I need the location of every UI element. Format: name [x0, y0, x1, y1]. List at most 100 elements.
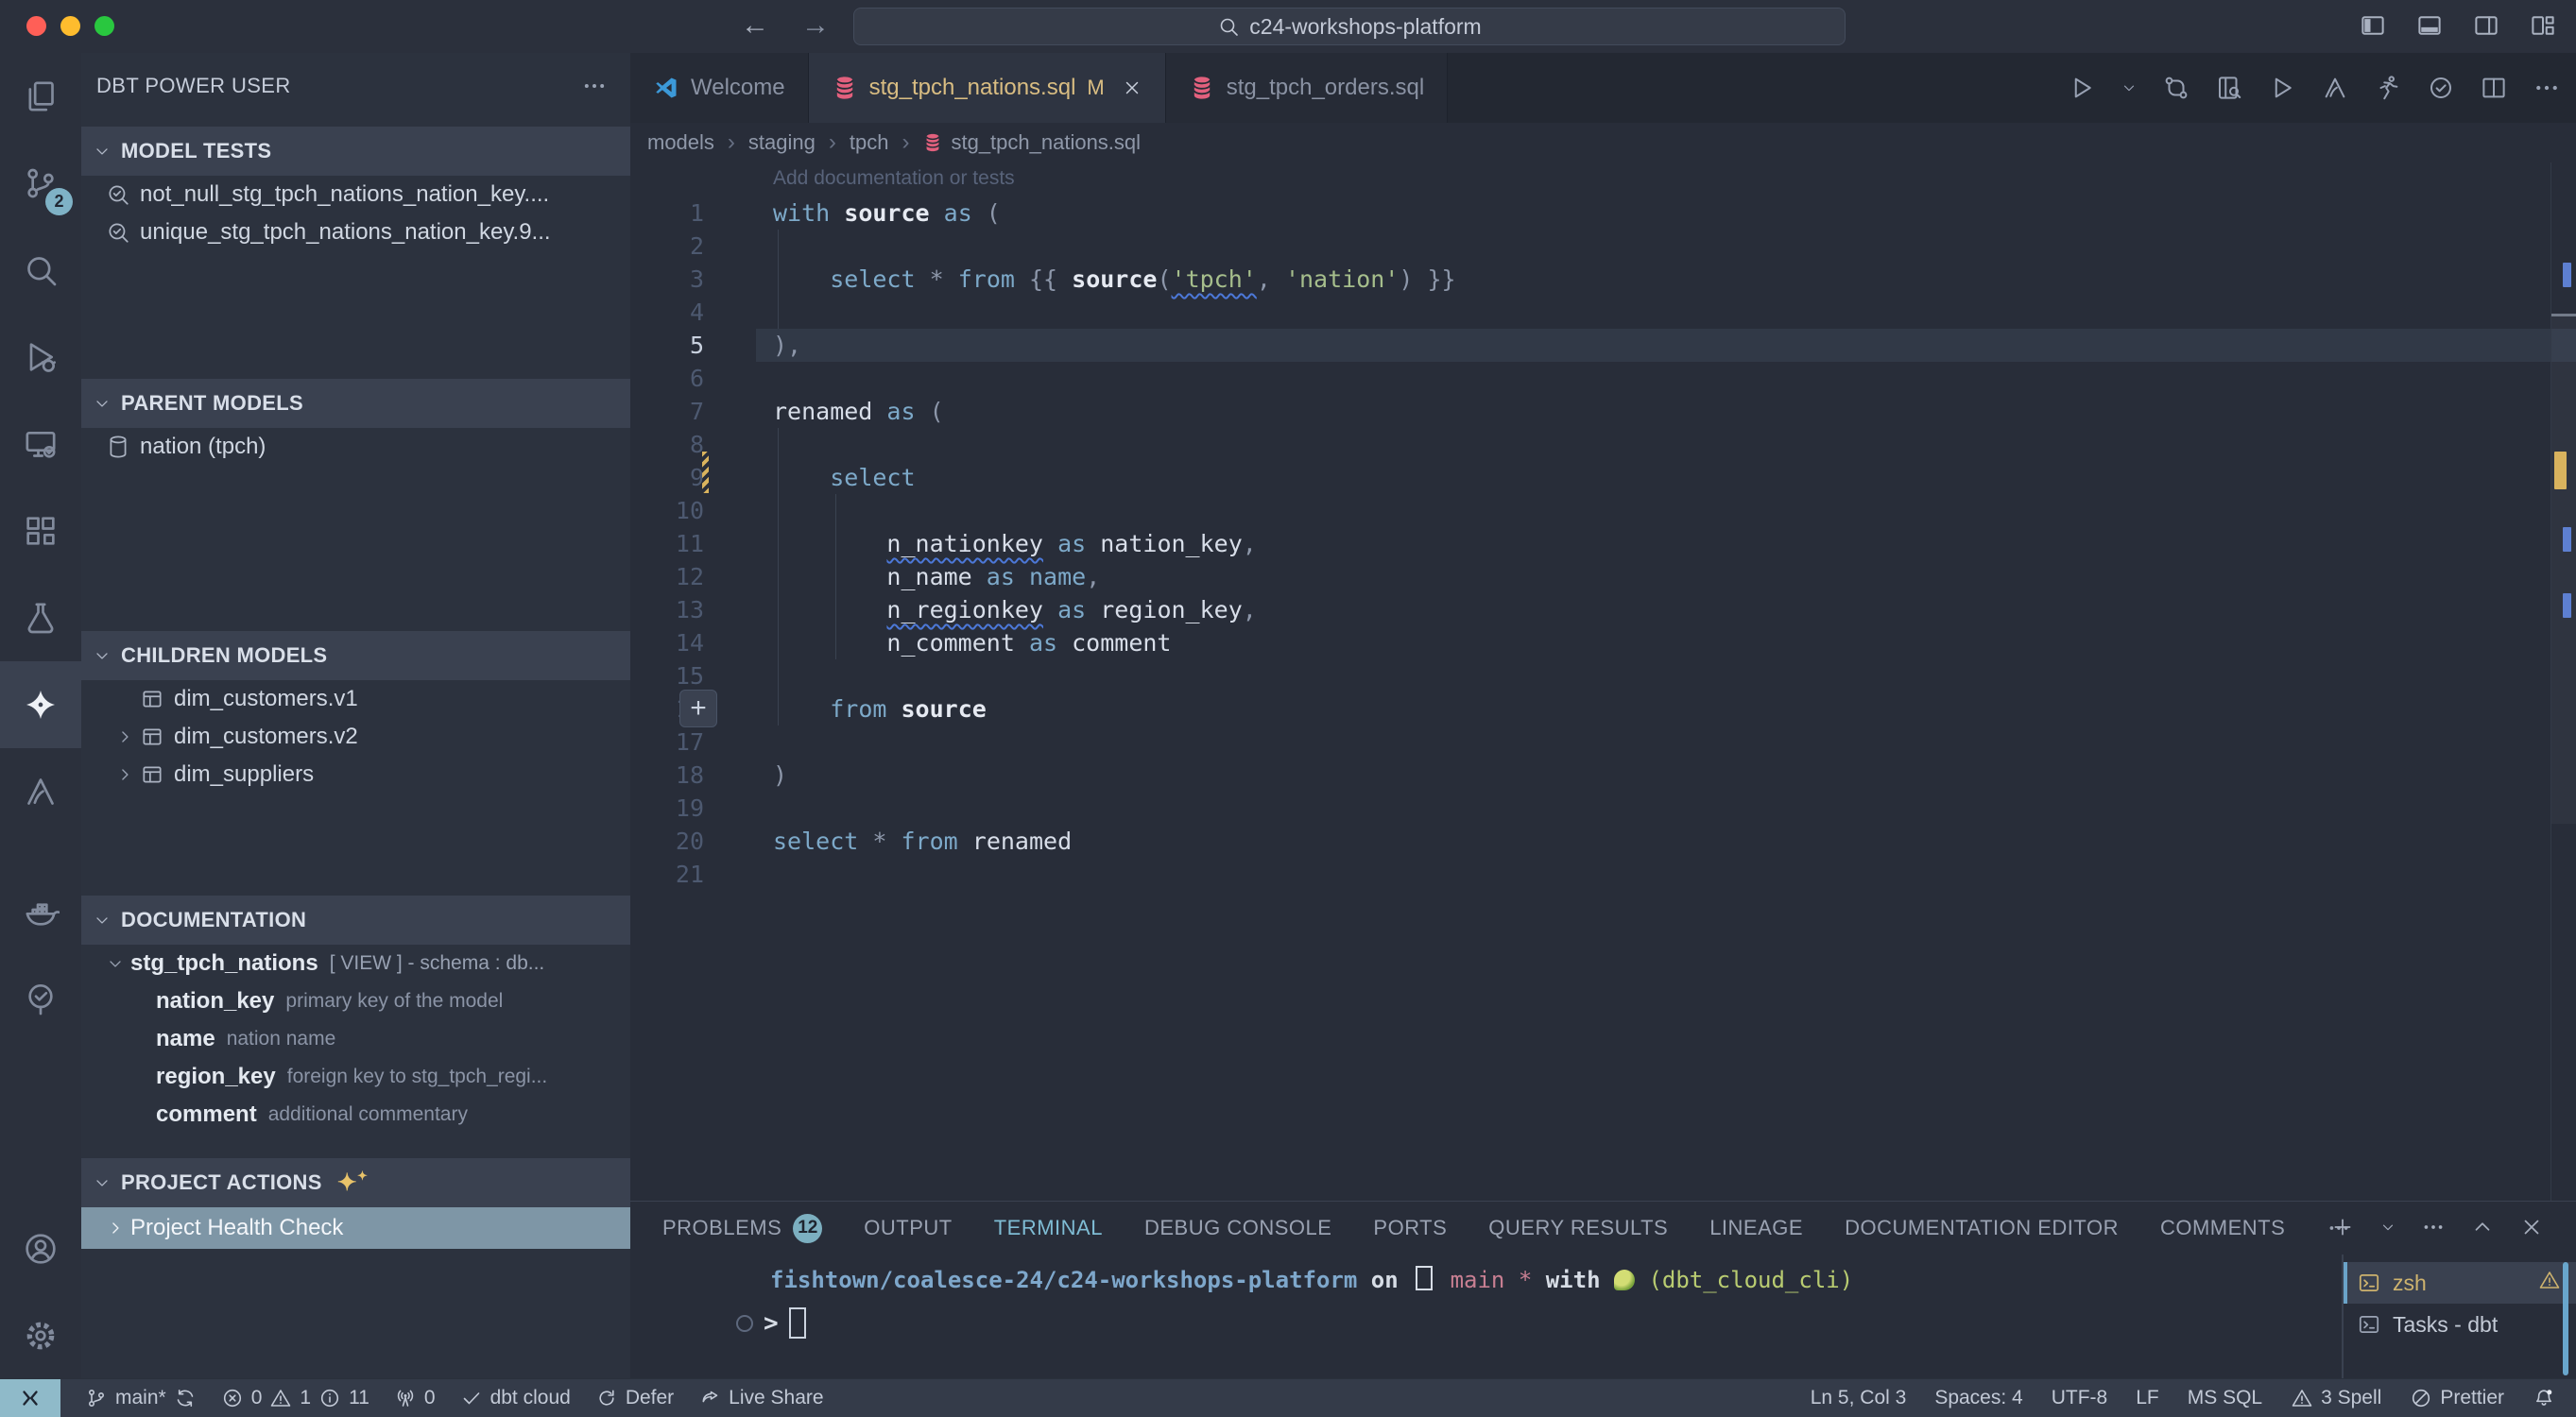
language-mode[interactable]: MS SQL [2188, 1387, 2262, 1409]
code-line-17[interactable]: 17 [630, 726, 2576, 759]
prettier[interactable]: Prettier [2410, 1387, 2504, 1409]
tab-welcome[interactable]: Welcome [630, 53, 809, 123]
tree-item-nation-key[interactable]: nation_keyprimary key of the model [81, 982, 630, 1020]
encoding[interactable]: UTF-8 [2052, 1387, 2108, 1409]
tree-item-dim-customers-v1[interactable]: dim_customers.v1 [81, 680, 630, 718]
split-icon[interactable] [2480, 74, 2508, 102]
code-line-12[interactable]: 12 n_name as name, [630, 560, 2576, 593]
layout-sidebar-left-icon[interactable] [2359, 11, 2387, 40]
overview-ruler[interactable] [2550, 162, 2576, 1201]
activity-dbt-power-user[interactable] [0, 661, 81, 748]
panel-tab-lineage[interactable]: LINEAGE [1709, 1216, 1803, 1240]
layout-custom-icon[interactable] [2529, 11, 2557, 40]
section-header-parent-models[interactable]: PARENT MODELS [81, 379, 630, 428]
code-line-16[interactable]: 16 from source [630, 692, 2576, 726]
more-icon[interactable] [2533, 74, 2561, 102]
breadcrumb-item[interactable]: stg_tpch_nations.sql [922, 130, 1141, 155]
chev-down-icon[interactable] [2379, 1219, 2396, 1236]
validate-icon[interactable] [2427, 74, 2455, 102]
more-actions-icon[interactable] [581, 73, 608, 99]
altimate-icon[interactable] [2321, 74, 2349, 102]
code-line-2[interactable]: 2 [630, 230, 2576, 263]
tree-item-dim-customers-v2[interactable]: dim_customers.v2 [81, 718, 630, 756]
tree-item-nation-tpch[interactable]: nation (tpch) [81, 428, 630, 466]
activity-source-control[interactable]: 2 [0, 140, 81, 227]
query-preview-icon[interactable] [2215, 74, 2243, 102]
code-line-15[interactable]: 15 [630, 659, 2576, 692]
ports-status[interactable]: 0 [394, 1387, 436, 1409]
back-button[interactable]: ← [739, 9, 771, 42]
close-icon[interactable] [1122, 77, 1142, 98]
terminal-list-scrollbar[interactable] [2563, 1262, 2568, 1375]
activity-testing[interactable] [0, 574, 81, 661]
panel-tab-query-results[interactable]: QUERY RESULTS [1488, 1216, 1668, 1240]
cursor-position[interactable]: Ln 5, Col 3 [1811, 1387, 1907, 1409]
panel-tab-problems[interactable]: PROBLEMS12 [662, 1214, 822, 1243]
layout-panel-icon[interactable] [2415, 11, 2444, 40]
chev-down-icon[interactable] [2121, 79, 2138, 96]
code-line-13[interactable]: 13 n_regionkey as region_key, [630, 593, 2576, 626]
code-line-21[interactable]: 21 [630, 858, 2576, 891]
code-line-6[interactable]: 6 [630, 362, 2576, 395]
code-line-4[interactable]: 4 [630, 296, 2576, 329]
panel-tab-debug-console[interactable]: DEBUG CONSOLE [1144, 1216, 1331, 1240]
code-line-10[interactable]: 10 [630, 494, 2576, 527]
section-header-project-actions[interactable]: PROJECT ACTIONS✦✦ [81, 1158, 630, 1207]
add-test-button[interactable]: + [679, 690, 717, 727]
terminal-input-line[interactable]: > [736, 1307, 806, 1339]
activity-extensions[interactable] [0, 487, 81, 574]
breadcrumb-item[interactable]: staging [748, 130, 816, 155]
tree-item-name[interactable]: namenation name [81, 1020, 630, 1058]
panel-tab-output[interactable]: OUTPUT [864, 1216, 952, 1240]
code-line-18[interactable]: 18) [630, 759, 2576, 792]
remote-indicator[interactable] [0, 1379, 60, 1417]
panel-tab-terminal[interactable]: TERMINAL [994, 1216, 1103, 1240]
code-line-20[interactable]: 20select * from renamed [630, 825, 2576, 858]
close-window-button[interactable] [26, 16, 46, 36]
terminal-instance-tasks-dbt[interactable]: Tasks - dbt [2344, 1304, 2576, 1345]
spell-checker[interactable]: 3 Spell [2291, 1387, 2381, 1409]
activity-altimate[interactable] [0, 748, 81, 835]
activity-accounts[interactable] [0, 1205, 81, 1292]
dbt-compare-icon[interactable] [2162, 74, 2190, 102]
section-header-model-tests[interactable]: MODEL TESTS [81, 127, 630, 176]
defer-status[interactable]: Defer [595, 1387, 674, 1409]
run-icon[interactable] [2068, 74, 2096, 102]
dbt-cloud-status[interactable]: dbt cloud [460, 1387, 571, 1409]
panel-tab-documentation-editor[interactable]: DOCUMENTATION EDITOR [1845, 1216, 2119, 1240]
chev-up-icon[interactable] [2470, 1215, 2495, 1239]
activity-remote-explorer[interactable] [0, 401, 81, 487]
close-icon[interactable] [2519, 1215, 2544, 1239]
tree-item-unique-stg-tpch-nations-nation-key-9[interactable]: unique_stg_tpch_nations_nation_key.9... [81, 213, 630, 251]
scrollbar-slider[interactable] [2551, 314, 2576, 824]
more-icon[interactable] [2421, 1215, 2446, 1239]
tree-item-region-key[interactable]: region_keyforeign key to stg_tpch_regi..… [81, 1058, 630, 1096]
activity-project-health[interactable] [0, 956, 81, 1043]
section-header-children-models[interactable]: CHILDREN MODELS [81, 631, 630, 680]
tree-item-comment[interactable]: commentadditional commentary [81, 1096, 630, 1134]
code-line-5[interactable]: 5), [630, 329, 2576, 362]
plus-icon[interactable] [2330, 1215, 2355, 1239]
tree-item-project-health-check[interactable]: Project Health Check [81, 1207, 630, 1249]
notifications[interactable] [2533, 1387, 2555, 1409]
code-line-9[interactable]: 9 select [630, 461, 2576, 494]
indentation[interactable]: Spaces: 4 [1934, 1387, 2022, 1409]
activity-explorer[interactable] [0, 53, 81, 140]
code-line-7[interactable]: 7renamed as ( [630, 395, 2576, 428]
activity-run-debug[interactable] [0, 314, 81, 401]
forward-button[interactable]: → [799, 9, 832, 42]
layout-sidebar-right-icon[interactable] [2472, 11, 2500, 40]
runner-icon[interactable] [2374, 74, 2402, 102]
breadcrumb-item[interactable]: tpch [850, 130, 889, 155]
minimize-window-button[interactable] [60, 16, 80, 36]
panel-tab-ports[interactable]: PORTS [1373, 1216, 1447, 1240]
terminal-output[interactable]: fishtown/coalesce-24/c24-workshops-platf… [630, 1255, 2342, 1379]
command-center-search[interactable]: c24-workshops-platform [853, 8, 1846, 45]
eol[interactable]: LF [2136, 1387, 2159, 1409]
terminal-instance-zsh[interactable]: zsh [2344, 1262, 2576, 1304]
code-line-3[interactable]: 3 select * from {{ source('tpch', 'natio… [630, 263, 2576, 296]
tree-item-not-null-stg-tpch-nations-nation-key[interactable]: not_null_stg_tpch_nations_nation_key.... [81, 176, 630, 213]
activity-settings[interactable] [0, 1292, 81, 1379]
tab-stg-tpch-nations[interactable]: stg_tpch_nations.sqlM [809, 53, 1166, 123]
codelens-action[interactable]: Add documentation or tests [773, 167, 1015, 190]
